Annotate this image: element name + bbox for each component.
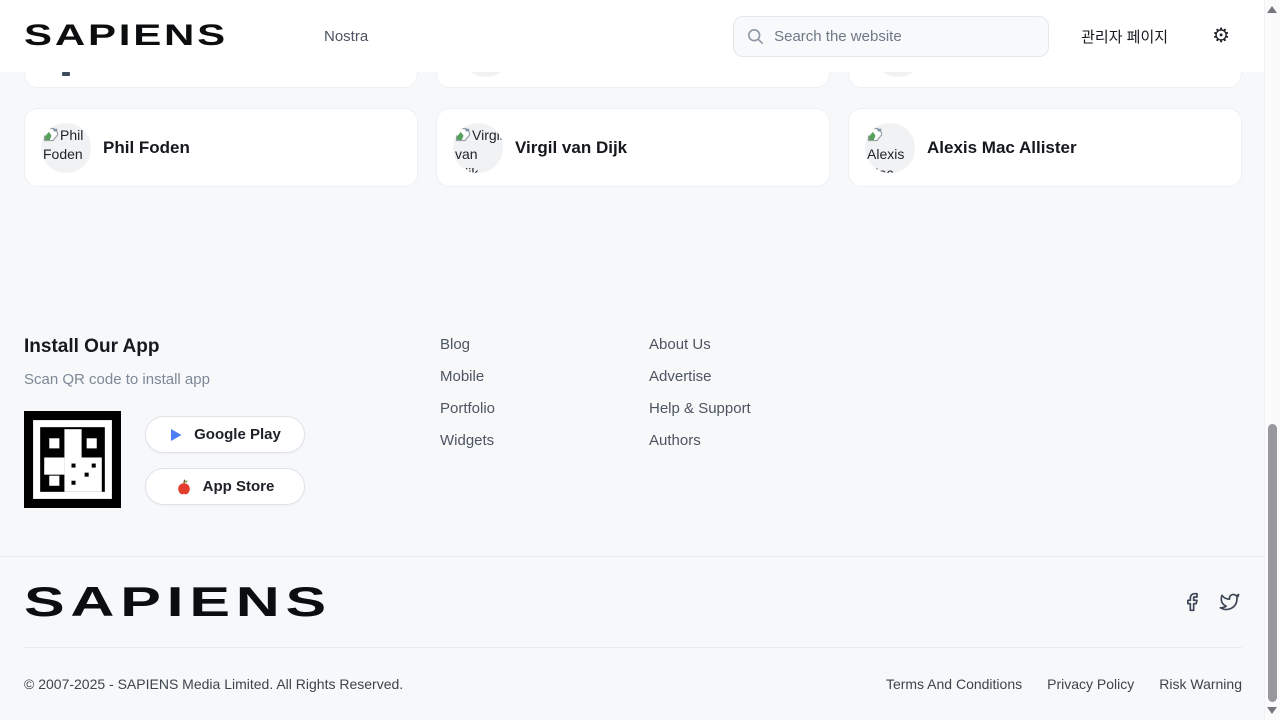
social-links [1182,592,1240,612]
clipped-avatar-text-fragment [62,72,70,76]
search-icon [747,28,764,45]
sapiens-logo[interactable]: SAPIENS [24,19,228,53]
player-card-alexis-mac-allister[interactable]: Alexis Mac Allister Alexis Mac Allister [848,108,1242,187]
qr-code-image [24,411,121,508]
avatar: Phil Foden [41,123,91,173]
google-play-button[interactable]: Google Play [145,416,305,453]
footer-link-portfolio[interactable]: Portfolio [440,401,495,417]
player-card-virgil-van-dijk[interactable]: Virgil van Dijk Virgil van Dijk [436,108,830,187]
facebook-icon[interactable] [1182,592,1202,612]
avatar: Virgil van Dijk [453,123,503,173]
terms-link[interactable]: Terms And Conditions [886,676,1022,692]
footer-link-about-us[interactable]: About Us [649,337,751,353]
player-cards-row: Phil Foden Phil Foden Virgil van Dijk Vi… [24,108,1242,187]
footer-brand-section: SAPIENS [0,556,1264,647]
footer-link-widgets[interactable]: Widgets [440,433,495,449]
twitter-icon[interactable] [1219,592,1240,612]
footer-link-advertise[interactable]: Advertise [649,369,751,385]
player-name: Alexis Mac Allister [927,138,1077,158]
broken-image-icon [43,127,59,142]
app-store-button[interactable]: App Store [145,468,305,505]
sapiens-footer-logo[interactable]: SAPIENS [24,578,332,626]
page: Phil Foden Phil Foden Virgil van Dijk Vi… [0,0,1280,720]
player-card-phil-foden[interactable]: Phil Foden Phil Foden [24,108,418,187]
apple-icon [176,479,192,495]
footer-links-column-1: Blog Mobile Portfolio Widgets [440,337,495,449]
footer-link-blog[interactable]: Blog [440,337,495,353]
footer-link-mobile[interactable]: Mobile [440,369,495,385]
install-app-subtitle: Scan QR code to install app [24,371,305,388]
play-triangle-icon [169,428,183,442]
header: SAPIENS Nostra 관리자 페이지 ⚙ [0,0,1264,72]
risk-warning-link[interactable]: Risk Warning [1159,676,1242,692]
scrollbar[interactable] [1264,0,1280,720]
scrollbar-thumb[interactable] [1268,424,1277,702]
scroll-down-icon[interactable] [1267,707,1277,714]
avatar-alt-text: Alexis Mac Allister [867,146,909,173]
privacy-policy-link[interactable]: Privacy Policy [1047,676,1134,692]
legal-links: Terms And Conditions Privacy Policy Risk… [886,676,1242,692]
broken-image-icon [455,127,471,142]
admin-page-link[interactable]: 관리자 페이지 [1081,26,1168,47]
avatar: Alexis Mac Allister [865,123,915,173]
broken-image-icon [867,127,883,142]
player-name: Phil Foden [103,138,190,158]
copyright-text: © 2007-2025 - SAPIENS Media Limited. All… [24,676,403,692]
brand-suffix: Nostra [324,28,368,45]
install-app-section: Install Our App Scan QR code to install … [24,336,305,508]
gear-icon[interactable]: ⚙ [1212,26,1230,46]
scroll-up-icon[interactable] [1267,6,1277,13]
logo-wrap: SAPIENS [24,19,300,53]
google-play-label: Google Play [194,426,281,443]
search-input[interactable] [774,28,1035,45]
search-box [733,16,1049,57]
bottom-bar: © 2007-2025 - SAPIENS Media Limited. All… [24,647,1242,720]
app-store-label: App Store [203,478,275,495]
install-app-title: Install Our App [24,336,305,358]
footer-link-authors[interactable]: Authors [649,433,751,449]
footer-links-column-2: About Us Advertise Help & Support Author… [649,337,751,449]
player-name: Virgil van Dijk [515,138,627,158]
footer-link-help-support[interactable]: Help & Support [649,401,751,417]
